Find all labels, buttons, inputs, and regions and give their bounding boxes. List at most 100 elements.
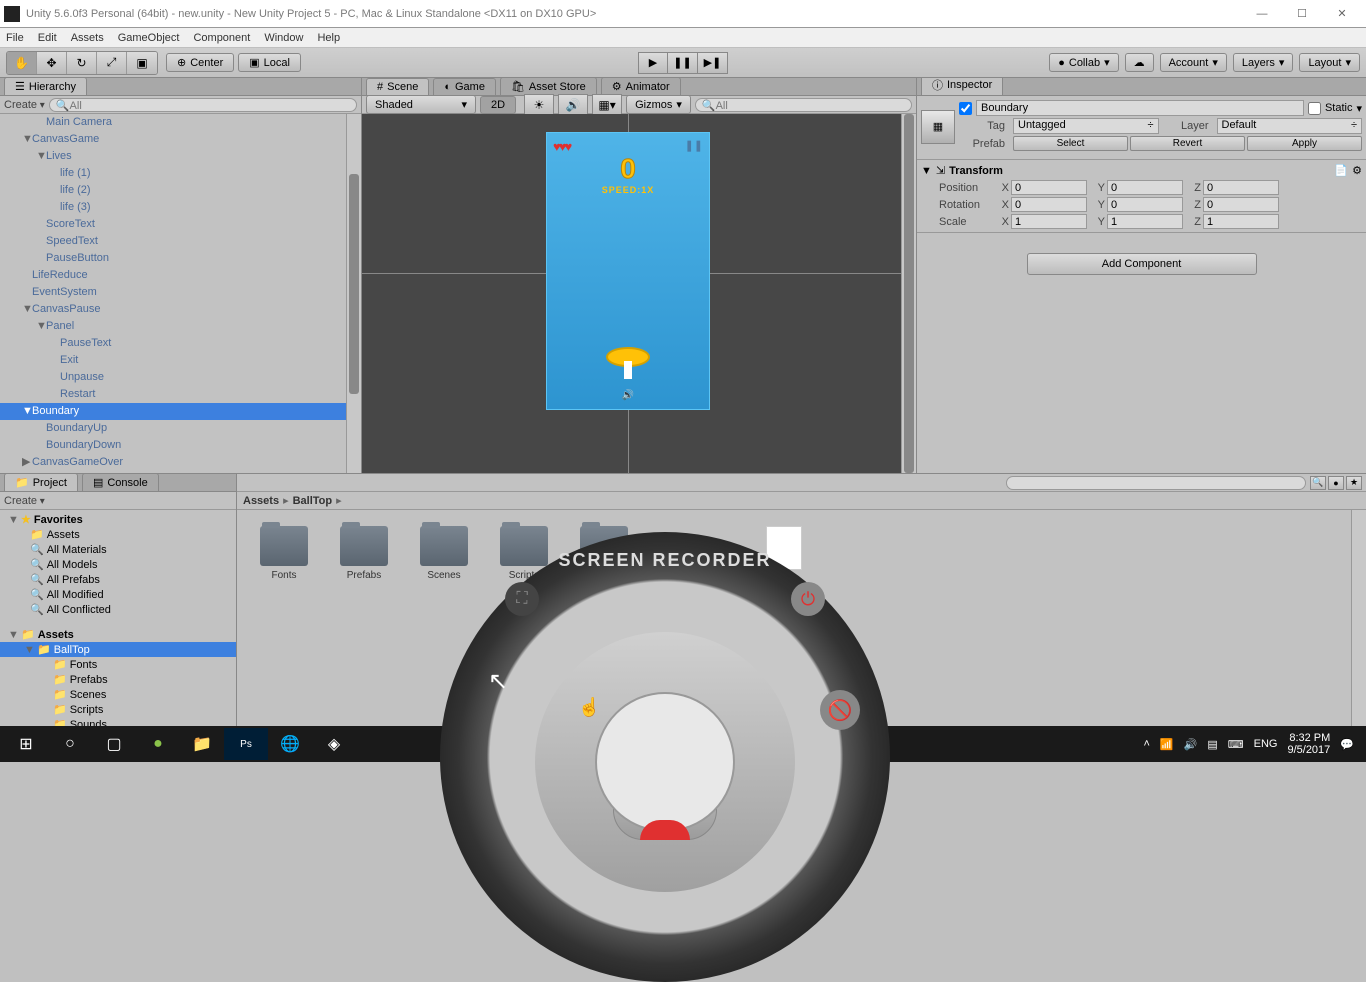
object-name-field[interactable] bbox=[976, 100, 1304, 116]
play-button[interactable]: ▶ bbox=[638, 52, 668, 74]
pivot-local-toggle[interactable]: ▣Local bbox=[238, 53, 301, 72]
scene-tab[interactable]: #Scene bbox=[366, 78, 429, 95]
prefab-revert[interactable]: Revert bbox=[1130, 136, 1245, 151]
prefab-select[interactable]: Select bbox=[1013, 136, 1128, 151]
hierarchy-scrollbar[interactable] bbox=[346, 114, 361, 473]
rot-y[interactable] bbox=[1107, 197, 1183, 212]
favorite-all-prefabs[interactable]: 🔍All Prefabs bbox=[0, 572, 236, 587]
gizmos-dropdown[interactable]: Gizmos▾ bbox=[626, 95, 691, 114]
hierarchy-item-canvasgame[interactable]: ▼CanvasGame bbox=[0, 131, 361, 148]
maximize-button[interactable]: ☐ bbox=[1282, 7, 1322, 20]
menu-window[interactable]: Window bbox=[264, 32, 303, 44]
asset-scenes[interactable]: 📁Scenes bbox=[0, 687, 236, 702]
folder-scripts[interactable]: Scripts bbox=[497, 526, 551, 581]
move-tool[interactable]: ✥ bbox=[37, 52, 67, 74]
component-settings-icon[interactable]: ⚙ bbox=[1352, 164, 1362, 177]
close-button[interactable]: ✕ bbox=[1322, 7, 1362, 20]
menu-edit[interactable]: Edit bbox=[38, 32, 57, 44]
rot-x[interactable] bbox=[1011, 197, 1087, 212]
scl-x[interactable] bbox=[1011, 214, 1087, 229]
scl-z[interactable] bbox=[1203, 214, 1279, 229]
hierarchy-item-life--2-[interactable]: life (2) bbox=[0, 182, 361, 199]
pos-z[interactable] bbox=[1203, 180, 1279, 195]
folder-grid[interactable]: FontsPrefabsScenesScriptsSbug bbox=[237, 510, 1366, 738]
file-item[interactable]: bug bbox=[757, 526, 811, 585]
bc-balltop[interactable]: BallTop bbox=[293, 495, 333, 507]
taskbar-clock[interactable]: 8:32 PM 9/5/2017 bbox=[1287, 732, 1330, 756]
asset-fonts[interactable]: 📁Fonts bbox=[0, 657, 236, 672]
add-component-button[interactable]: Add Component bbox=[1027, 253, 1257, 275]
scene-scrollbar[interactable] bbox=[901, 114, 916, 473]
folder-prefabs[interactable]: Prefabs bbox=[337, 526, 391, 581]
scene-search[interactable]: 🔍All bbox=[695, 98, 912, 112]
hierarchy-item-scoretext[interactable]: ScoreText bbox=[0, 216, 361, 233]
shading-dropdown[interactable]: Shaded▾ bbox=[366, 95, 476, 114]
favorite-all-conflicted[interactable]: 🔍All Conflicted bbox=[0, 602, 236, 617]
taskbar-explorer[interactable]: 📁 bbox=[180, 728, 224, 760]
layer-dropdown[interactable]: Default÷ bbox=[1217, 118, 1363, 134]
component-doc-icon[interactable]: 📄 bbox=[1334, 164, 1348, 177]
folder-s[interactable]: S bbox=[577, 526, 631, 581]
hand-tool[interactable]: ✋ bbox=[7, 52, 37, 74]
rotate-tool[interactable]: ↻ bbox=[67, 52, 97, 74]
menu-file[interactable]: File bbox=[6, 32, 24, 44]
hierarchy-item-boundary[interactable]: ▼Boundary bbox=[0, 403, 361, 420]
menu-assets[interactable]: Assets bbox=[71, 32, 104, 44]
cortana-button[interactable]: ○ bbox=[48, 728, 92, 760]
tray-keyboard-icon[interactable]: ⌨ bbox=[1228, 738, 1244, 751]
hierarchy-item-unpause[interactable]: Unpause bbox=[0, 369, 361, 386]
prefab-apply[interactable]: Apply bbox=[1247, 136, 1362, 151]
assetstore-tab[interactable]: 🛍Asset Store bbox=[500, 77, 597, 95]
light-toggle[interactable]: ☀ bbox=[524, 94, 554, 116]
hierarchy-tab[interactable]: ☰Hierarchy bbox=[4, 77, 87, 95]
pause-button[interactable]: ❚❚ bbox=[668, 52, 698, 74]
fx-toggle[interactable]: ▦▾ bbox=[592, 94, 622, 116]
tray-notes-icon[interactable]: ▤ bbox=[1207, 738, 1217, 751]
asset-balltop[interactable]: ▼📁BallTop bbox=[0, 642, 236, 657]
hierarchy-item-eventsystem[interactable]: EventSystem bbox=[0, 284, 361, 301]
account-dropdown[interactable]: Account▾ bbox=[1160, 53, 1227, 72]
tray-wifi-icon[interactable]: 📶 bbox=[1160, 738, 1174, 751]
layers-dropdown[interactable]: Layers▾ bbox=[1233, 53, 1294, 72]
hierarchy-item-main-camera[interactable]: Main Camera bbox=[0, 114, 361, 131]
favorite-all-modified[interactable]: 🔍All Modified bbox=[0, 587, 236, 602]
menu-component[interactable]: Component bbox=[193, 32, 250, 44]
minimize-button[interactable]: — bbox=[1242, 8, 1282, 20]
static-checkbox[interactable] bbox=[1308, 102, 1321, 115]
project-scrollbar[interactable] bbox=[1351, 510, 1366, 738]
favorite-assets[interactable]: 📁Assets bbox=[0, 527, 236, 542]
project-search[interactable] bbox=[1006, 476, 1306, 490]
recorder-left-button[interactable] bbox=[613, 780, 673, 840]
create-dropdown[interactable]: Create ▾ bbox=[4, 99, 45, 111]
scl-y[interactable] bbox=[1107, 214, 1183, 229]
transform-header[interactable]: ▼⇲Transform 📄 ⚙ bbox=[921, 162, 1362, 179]
audio-toggle[interactable]: 🔊 bbox=[558, 94, 588, 116]
hierarchy-item-canvasgameover[interactable]: ▶CanvasGameOver bbox=[0, 454, 361, 471]
step-button[interactable]: ▶❚ bbox=[698, 52, 728, 74]
asset-prefabs[interactable]: 📁Prefabs bbox=[0, 672, 236, 687]
scale-tool[interactable]: ⤢ bbox=[97, 52, 127, 74]
project-tab[interactable]: 📁Project bbox=[4, 473, 78, 491]
hierarchy-search[interactable]: 🔍All bbox=[49, 98, 357, 112]
bc-assets[interactable]: Assets bbox=[243, 495, 279, 507]
recorder-right-button[interactable] bbox=[657, 780, 717, 840]
hierarchy-item-restart[interactable]: Restart bbox=[0, 386, 361, 403]
pivot-center-toggle[interactable]: ⊕Center bbox=[166, 53, 234, 72]
console-tab[interactable]: ▤Console bbox=[82, 473, 159, 491]
hierarchy-item-speedtext[interactable]: SpeedText bbox=[0, 233, 361, 250]
menu-help[interactable]: Help bbox=[317, 32, 340, 44]
hierarchy-item-canvaspause[interactable]: ▼CanvasPause bbox=[0, 301, 361, 318]
layout-dropdown[interactable]: Layout▾ bbox=[1299, 53, 1360, 72]
2d-toggle[interactable]: 2D bbox=[480, 96, 516, 114]
folder-fonts[interactable]: Fonts bbox=[257, 526, 311, 581]
rect-tool[interactable]: ▣ bbox=[127, 52, 157, 74]
hierarchy-item-lifereduce[interactable]: LifeReduce bbox=[0, 267, 361, 284]
hierarchy-item-panel[interactable]: ▼Panel bbox=[0, 318, 361, 335]
tray-notifications-icon[interactable]: 💬 bbox=[1340, 738, 1354, 751]
favorites-header[interactable]: ▼★Favorites bbox=[0, 512, 236, 527]
collab-dropdown[interactable]: ●Collab▾ bbox=[1049, 53, 1118, 72]
hierarchy-item-lives[interactable]: ▼Lives bbox=[0, 148, 361, 165]
taskbar-photoshop[interactable]: Ps bbox=[224, 728, 268, 760]
tray-chevron-icon[interactable]: ˄ bbox=[1143, 738, 1149, 750]
hierarchy-item-life--1-[interactable]: life (1) bbox=[0, 165, 361, 182]
